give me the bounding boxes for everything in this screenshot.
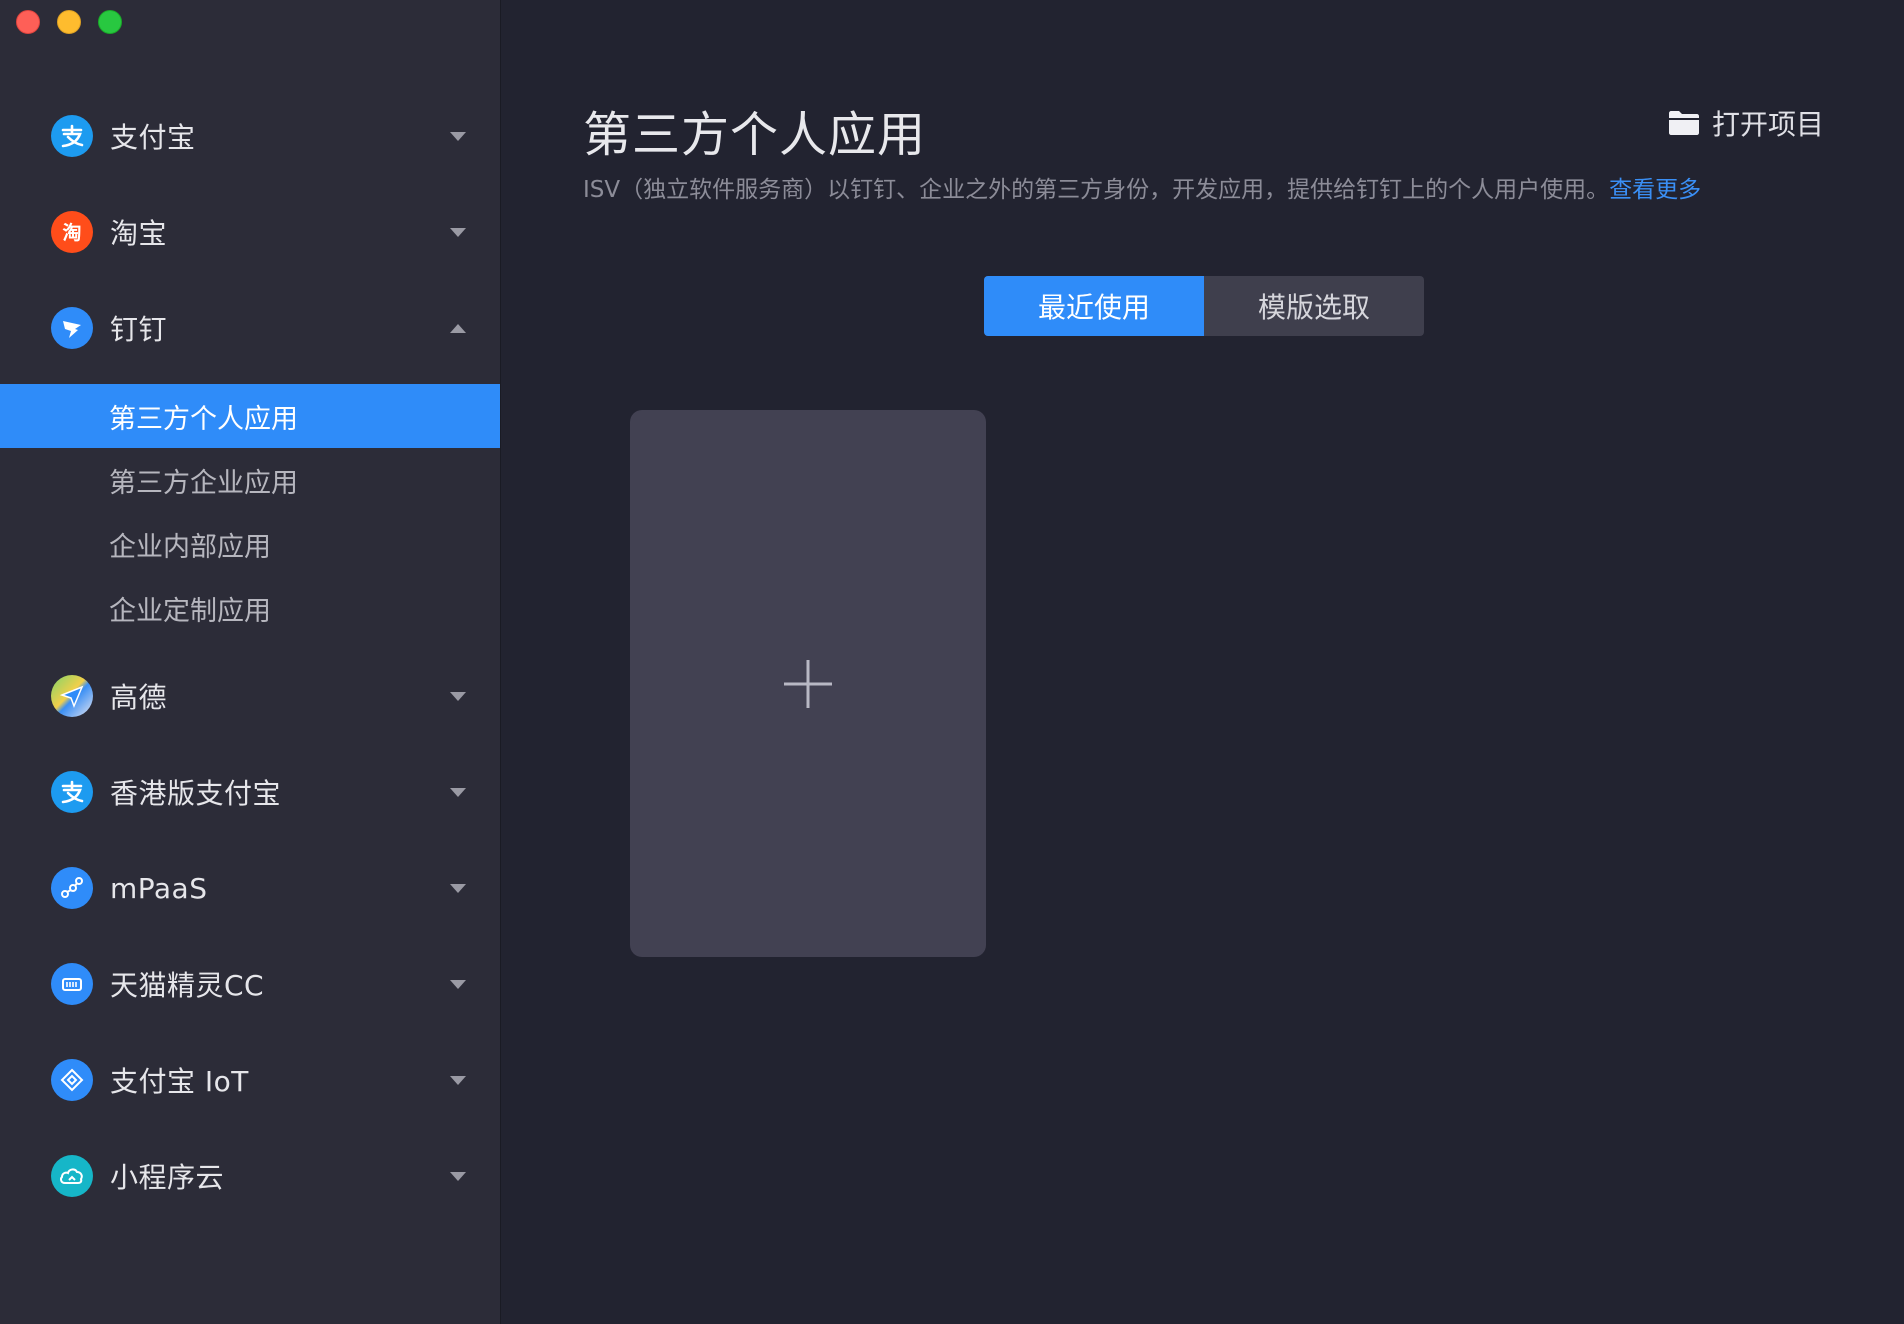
sidebar-item-label: 淘宝 <box>110 217 168 250</box>
sidebar-item-mpaas[interactable]: mPaaS <box>0 840 500 936</box>
alipay-iot-icon <box>51 1059 93 1101</box>
sidebar-item-mini-program-cloud[interactable]: 小程序云 <box>0 1128 500 1224</box>
chevron-down-icon[interactable] <box>450 883 466 893</box>
tmall-genie-icon <box>51 963 93 1005</box>
description-text: ISV（独立软件服务商）以钉钉、企业之外的第三方身份，开发应用，提供给钉钉上的个… <box>583 177 1610 203</box>
sidebar-item-label: 支付宝 IoT <box>110 1065 249 1098</box>
tab-recent[interactable]: 最近使用 <box>984 276 1204 336</box>
taobao-icon: 淘 <box>51 211 93 253</box>
page-title: 第三方个人应用 <box>583 107 927 163</box>
sidebar-item-alipay[interactable]: 支付宝 <box>0 88 500 184</box>
chevron-down-icon[interactable] <box>450 1075 466 1085</box>
sidebar-subitem-enterprise-internal[interactable]: 企业内部应用 <box>0 512 500 576</box>
sidebar-item-label: 钉钉 <box>110 313 168 346</box>
sidebar-item-alipay-iot[interactable]: 支付宝 IoT <box>0 1032 500 1128</box>
open-project-label: 打开项目 <box>1711 108 1824 141</box>
chevron-down-icon[interactable] <box>450 787 466 797</box>
plus-icon <box>784 659 832 708</box>
zoom-window-button[interactable] <box>98 10 122 34</box>
folder-icon <box>1668 111 1699 135</box>
chevron-down-icon[interactable] <box>450 691 466 701</box>
sidebar-item-label: 香港版支付宝 <box>110 777 282 810</box>
sidebar-item-label: 小程序云 <box>110 1161 225 1194</box>
learn-more-link[interactable]: 查看更多 <box>1609 177 1701 203</box>
dingtalk-icon <box>51 307 93 349</box>
alipay-icon <box>51 115 93 157</box>
chevron-down-icon[interactable] <box>450 227 466 237</box>
window-controls <box>16 10 122 34</box>
sidebar-item-tmall-genie[interactable]: 天猫精灵CC <box>0 936 500 1032</box>
view-tabs: 最近使用 模版选取 <box>984 276 1424 336</box>
sidebar-item-amap[interactable]: 高德 <box>0 648 500 744</box>
sidebar-item-label: 高德 <box>110 681 168 714</box>
page-description: ISV（独立软件服务商）以钉钉、企业之外的第三方身份，开发应用，提供给钉钉上的个… <box>583 170 1701 204</box>
minimize-window-button[interactable] <box>57 10 81 34</box>
chevron-up-icon[interactable] <box>450 323 466 333</box>
add-project-card[interactable] <box>630 410 986 957</box>
close-window-button[interactable] <box>16 10 40 34</box>
chevron-down-icon[interactable] <box>450 131 466 141</box>
sidebar: 支付宝 淘 淘宝 钉钉 第三方个人应用 第三方企业应用 企业内部应用 企业定制应… <box>0 0 501 1324</box>
mpaas-icon <box>51 867 93 909</box>
open-project-button[interactable]: 打开项目 <box>1668 103 1824 143</box>
app-window: 支付宝 淘 淘宝 钉钉 第三方个人应用 第三方企业应用 企业内部应用 企业定制应… <box>0 0 1904 1324</box>
sidebar-item-taobao[interactable]: 淘 淘宝 <box>0 184 500 280</box>
sidebar-item-dingtalk[interactable]: 钉钉 <box>0 280 500 376</box>
cloud-icon <box>51 1155 93 1197</box>
alipayhk-icon <box>51 771 93 813</box>
sidebar-subitem-label: 第三方个人应用 <box>109 403 298 435</box>
chevron-down-icon[interactable] <box>450 979 466 989</box>
sidebar-item-label: 支付宝 <box>110 121 196 154</box>
sidebar-subitem-label: 企业内部应用 <box>109 531 271 563</box>
chevron-down-icon[interactable] <box>450 1171 466 1181</box>
sidebar-subitem-enterprise-custom[interactable]: 企业定制应用 <box>0 576 500 640</box>
sidebar-item-label: mPaaS <box>110 871 208 905</box>
sidebar-item-label: 天猫精灵CC <box>110 969 265 1002</box>
svg-text:淘: 淘 <box>62 221 81 244</box>
tab-templates[interactable]: 模版选取 <box>1204 276 1424 336</box>
sidebar-subitem-third-party-enterprise[interactable]: 第三方企业应用 <box>0 448 500 512</box>
main-content: 第三方个人应用 打开项目 ISV（独立软件服务商）以钉钉、企业之外的第三方身份，… <box>501 0 1904 1324</box>
sidebar-item-alipay-hk[interactable]: 香港版支付宝 <box>0 744 500 840</box>
sidebar-subitem-label: 第三方企业应用 <box>109 467 298 499</box>
amap-icon <box>51 675 93 717</box>
sidebar-subitem-third-party-personal[interactable]: 第三方个人应用 <box>0 384 500 448</box>
sidebar-subitem-label: 企业定制应用 <box>109 595 271 627</box>
